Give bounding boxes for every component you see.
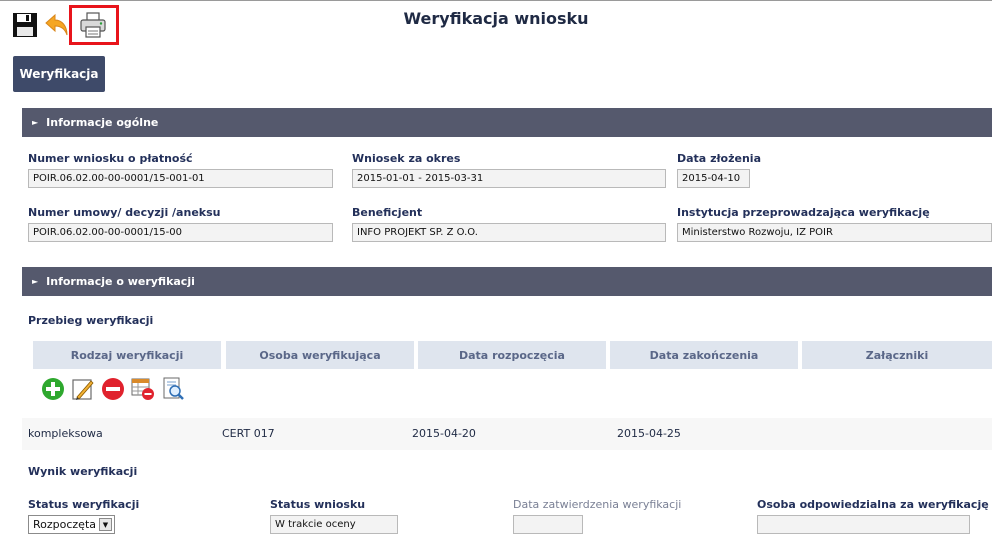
table-row[interactable]	[22, 418, 992, 450]
responsible-person-label: Osoba odpowiedzialna za weryfikację	[757, 498, 989, 511]
beneficiary-field: INFO PROJEKT SP. Z O.O.	[352, 223, 666, 242]
period-label: Wniosek za okres	[352, 152, 461, 165]
period-field: 2015-01-01 - 2015-03-31	[352, 169, 666, 188]
row-actions	[41, 377, 191, 401]
top-border	[0, 0, 992, 1]
application-status-label: Status wniosku	[270, 498, 366, 511]
section-verification-header[interactable]: ► Informacje o weryfikacji	[22, 267, 992, 296]
contract-number-label: Numer umowy/ decyzji /aneksu	[28, 206, 221, 219]
progress-title: Przebieg weryfikacji	[28, 314, 154, 327]
payment-app-number-label: Numer wniosku o płatność	[28, 152, 193, 165]
approval-date-label: Data zatwierdzenia weryfikacji	[513, 498, 682, 511]
chevron-down-icon[interactable]: ▼	[99, 518, 112, 531]
edit-icon[interactable]	[71, 377, 95, 401]
row-end-cell: 2015-04-25	[617, 427, 681, 440]
expand-arrow-icon: ►	[32, 118, 39, 127]
column-header-type[interactable]: Rodzaj weryfikacji	[33, 341, 221, 369]
section-verification-title: Informacje o weryfikacji	[46, 275, 195, 288]
row-person-cell: CERT 017	[222, 427, 275, 440]
row-start-cell: 2015-04-20	[412, 427, 476, 440]
submission-date-field: 2015-04-10	[677, 169, 750, 188]
beneficiary-label: Beneficjent	[352, 206, 423, 219]
result-title: Wynik weryfikacji	[28, 465, 138, 478]
expand-arrow-icon: ►	[32, 277, 39, 286]
verification-status-label: Status weryfikacji	[28, 498, 140, 511]
page-title: Weryfikacja wniosku	[403, 9, 589, 28]
payment-app-number-field: POIR.06.02.00-00-0001/15-001-01	[28, 169, 333, 188]
column-header-person[interactable]: Osoba weryfikująca	[226, 341, 414, 369]
application-status-field: W trakcie oceny	[270, 515, 398, 534]
verification-status-value: Rozpoczęta	[33, 518, 97, 531]
responsible-person-field[interactable]	[757, 515, 970, 534]
institution-label: Instytucja przeprowadzająca weryfikację	[677, 206, 930, 219]
contract-number-field: POIR.06.02.00-00-0001/15-00	[28, 223, 333, 242]
column-header-attachments[interactable]: Załączniki	[802, 341, 992, 369]
remove-icon[interactable]	[101, 377, 125, 401]
column-header-end[interactable]: Data zakończenia	[610, 341, 798, 369]
approval-date-field[interactable]	[513, 515, 583, 534]
section-general-header[interactable]: ► Informacje ogólne	[22, 108, 992, 137]
preview-icon[interactable]	[161, 377, 185, 401]
add-icon[interactable]	[41, 377, 65, 401]
tab-verification[interactable]: Weryfikacja	[13, 56, 105, 92]
row-type-cell: kompleksowa	[28, 427, 103, 440]
institution-field: Ministerstwo Rozwoju, IZ POIR	[677, 223, 992, 242]
table-delete-icon[interactable]	[131, 377, 155, 401]
column-header-start[interactable]: Data rozpoczęcia	[418, 341, 606, 369]
section-general-title: Informacje ogólne	[46, 116, 159, 129]
verification-status-select[interactable]: Rozpoczęta ▼	[28, 515, 115, 534]
submission-date-label: Data złożenia	[677, 152, 761, 165]
